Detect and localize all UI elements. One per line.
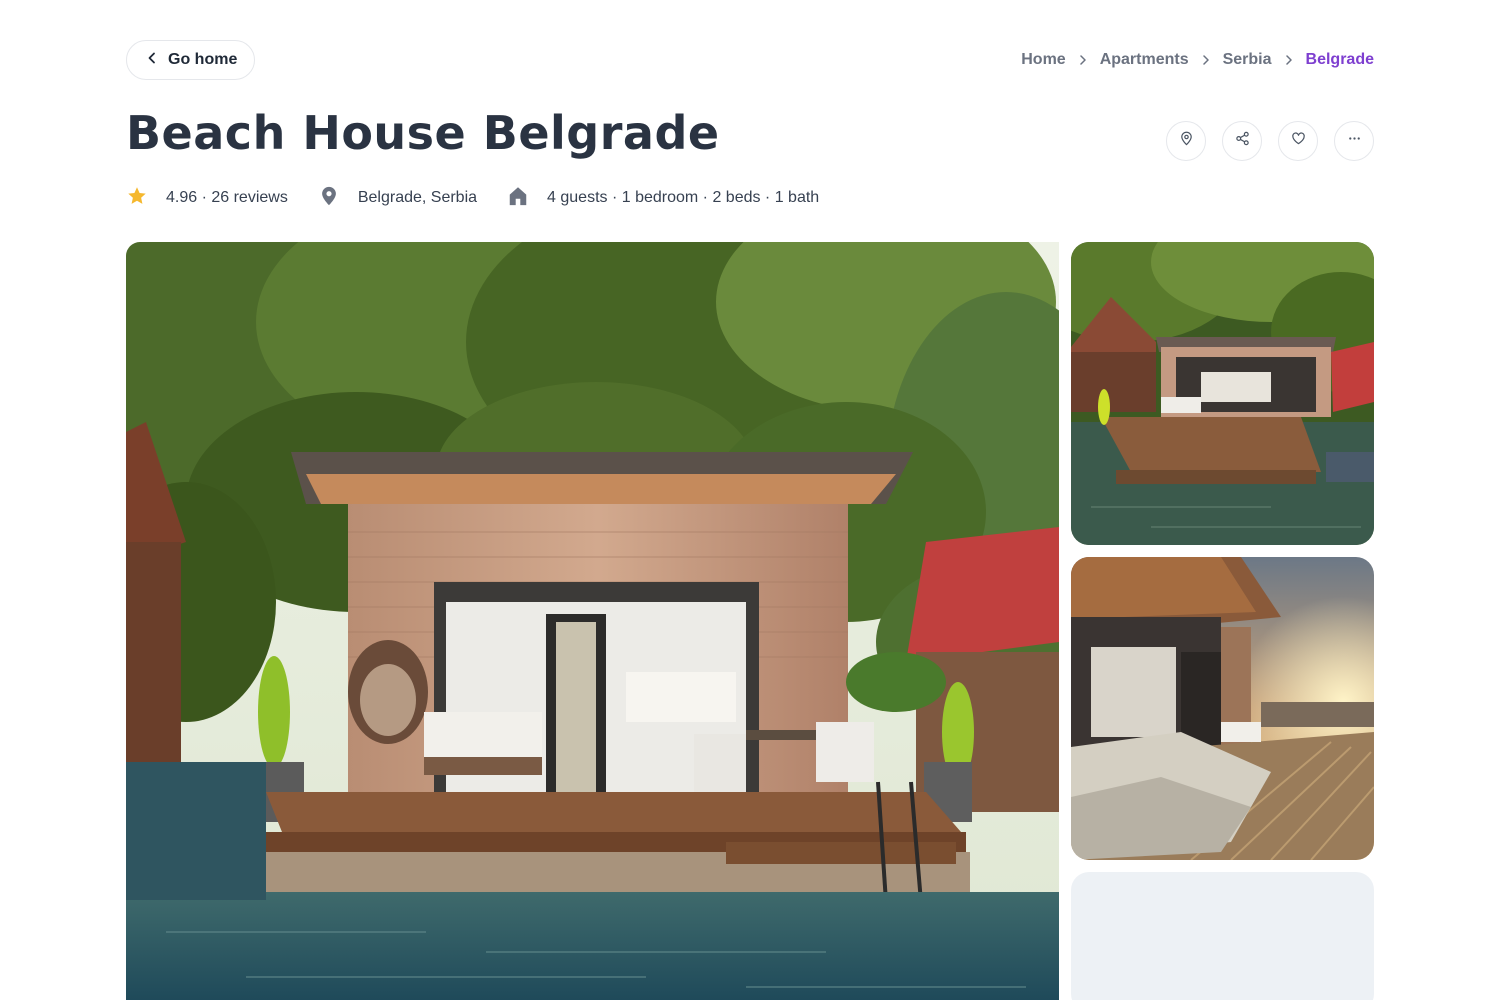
location-pin-icon (318, 185, 340, 212)
page-title: Beach House Belgrade (126, 106, 720, 160)
share-button[interactable] (1222, 121, 1262, 161)
location-summary: Belgrade, Serbia (318, 185, 477, 212)
breadcrumb-apartments[interactable]: Apartments (1100, 51, 1189, 69)
favorite-button[interactable] (1278, 121, 1318, 161)
breadcrumb: Home Apartments Serbia Belgrade (1021, 51, 1374, 69)
star-icon (126, 185, 148, 212)
map-button[interactable] (1166, 121, 1206, 161)
gallery-thumbnail[interactable] (1071, 557, 1374, 860)
breadcrumb-home[interactable]: Home (1021, 51, 1065, 69)
more-icon (1347, 131, 1362, 151)
capacity-summary: 4 guests · 1 bedroom · 2 beds · 1 bath (507, 185, 819, 212)
listing-actions (1166, 121, 1374, 161)
map-pin-icon (1179, 131, 1194, 151)
more-button[interactable] (1334, 121, 1374, 161)
heart-icon (1291, 131, 1306, 151)
go-home-button[interactable]: Go home (126, 40, 256, 80)
chevron-left-icon (146, 51, 158, 69)
top-bar: Go home Home Apartments Serbia Belgrade (126, 40, 1374, 80)
breadcrumb-belgrade[interactable]: Belgrade (1306, 51, 1374, 69)
home-icon (507, 185, 529, 212)
chevron-right-icon (1189, 55, 1223, 65)
location-text: Belgrade, Serbia (357, 189, 478, 206)
breadcrumb-serbia[interactable]: Serbia (1223, 51, 1272, 69)
details-text: 4 guests · 1 bedroom · 2 beds · 1 bath (547, 189, 820, 206)
rating-summary[interactable]: 4.96 · 26 reviews (126, 185, 288, 212)
rating-text: 4.96 · 26 reviews (166, 189, 288, 206)
share-icon (1235, 131, 1250, 151)
chevron-right-icon (1272, 55, 1306, 65)
go-home-label: Go home (168, 51, 238, 68)
main-photo[interactable] (126, 242, 1059, 1000)
chevron-right-icon (1066, 55, 1100, 65)
listing-meta: 4.96 · 26 reviews Belgrade, Serbia 4 gue… (126, 186, 849, 210)
gallery-thumbnail[interactable] (1071, 872, 1374, 1000)
gallery-thumbnail[interactable] (1071, 242, 1374, 545)
